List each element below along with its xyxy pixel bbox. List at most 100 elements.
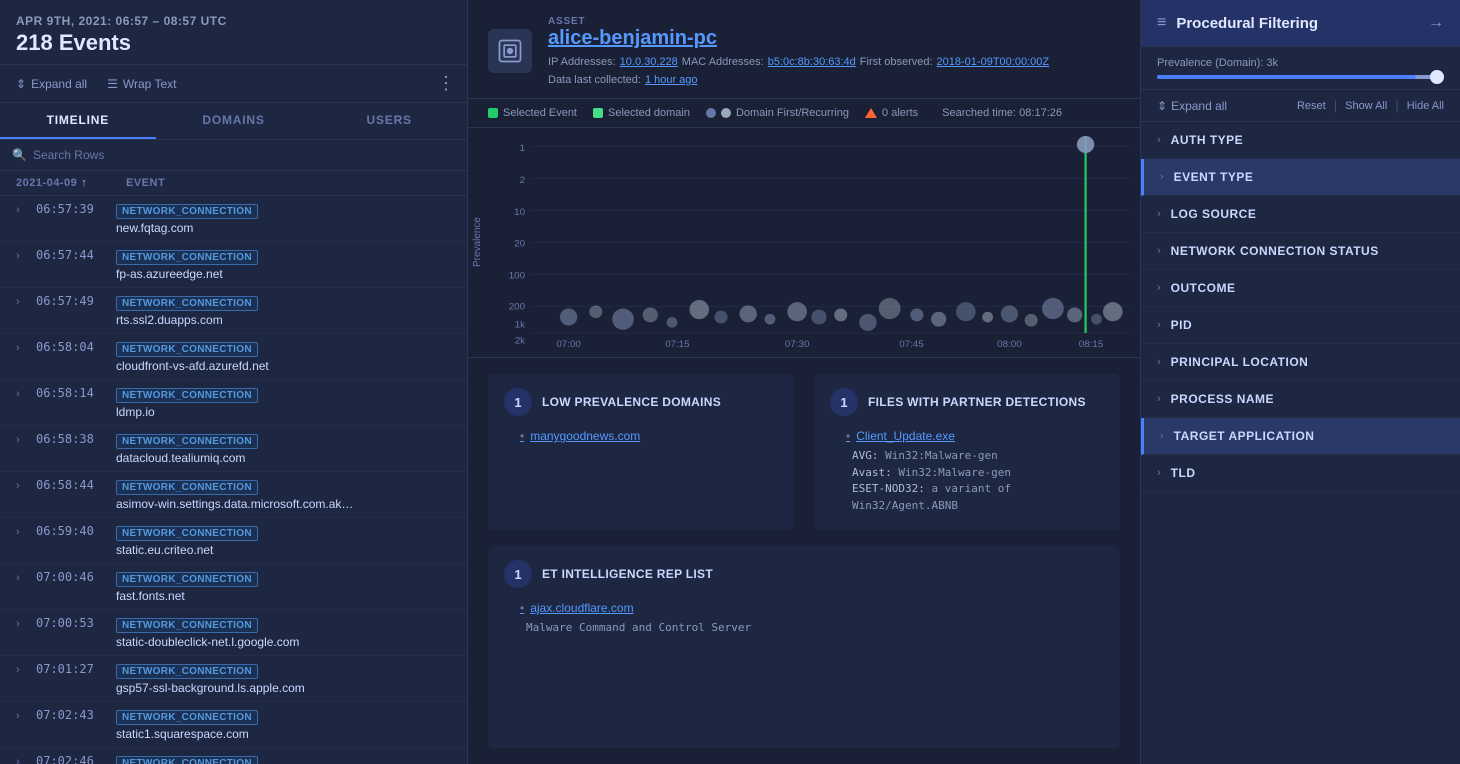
filter-item-network-connection-status[interactable]: › NETWORK CONNECTION STATUS	[1141, 233, 1460, 270]
event-row[interactable]: › 06:58:04 NETWORK_CONNECTION cloudfront…	[0, 334, 467, 380]
mac-value[interactable]: b5:0c:8b:30:63:4d	[768, 56, 856, 68]
event-time: 07:02:43	[36, 708, 108, 722]
svg-text:07:15: 07:15	[665, 339, 690, 349]
card-header-partner: 1 FILES WITH PARTNER DETECTIONS	[830, 388, 1104, 416]
event-row[interactable]: › 06:58:38 NETWORK_CONNECTION datacloud.…	[0, 426, 467, 472]
asset-icon	[488, 29, 532, 73]
event-row[interactable]: › 06:57:49 NETWORK_CONNECTION rts.ssl2.d…	[0, 288, 467, 334]
event-time: 06:57:39	[36, 202, 108, 216]
expand-all-filter-button[interactable]: ⇕ Expand all	[1157, 99, 1227, 113]
filter-item-log-source[interactable]: › LOG SOURCE	[1141, 196, 1460, 233]
data-collected-value[interactable]: 1 hour ago	[645, 74, 698, 86]
event-badge: NETWORK_CONNECTION	[116, 434, 258, 449]
event-row[interactable]: › 07:01:27 NETWORK_CONNECTION gsp57-ssl-…	[0, 656, 467, 702]
filter-chevron-icon: ›	[1157, 282, 1161, 294]
event-row[interactable]: › 07:00:53 NETWORK_CONNECTION static-dou…	[0, 610, 467, 656]
show-all-link[interactable]: Show All	[1345, 100, 1387, 112]
asset-header: ASSET alice-benjamin-pc IP Addresses: 10…	[468, 0, 1140, 99]
event-domain: fast.fonts.net	[116, 589, 455, 603]
reset-link[interactable]: Reset	[1297, 100, 1326, 112]
event-row[interactable]: › 06:59:40 NETWORK_CONNECTION static.eu.…	[0, 518, 467, 564]
hide-all-link[interactable]: Hide All	[1407, 100, 1444, 112]
expand-all-icon: ⇕	[1157, 99, 1167, 113]
filter-item-target-application[interactable]: › TARGET APPLICATION	[1141, 418, 1460, 455]
event-chevron-icon: ›	[16, 618, 28, 630]
domain-recurring-icon	[721, 108, 731, 118]
filter-item-tld[interactable]: › TLD	[1141, 455, 1460, 492]
event-row[interactable]: › 06:58:14 NETWORK_CONNECTION ldmp.io	[0, 380, 467, 426]
mac-label: MAC Addresses:	[682, 56, 764, 68]
event-chevron-icon: ›	[16, 296, 28, 308]
event-time: 07:00:46	[36, 570, 108, 584]
tab-users[interactable]: USERS	[311, 103, 467, 139]
right-header: ≡ Procedural Filtering →	[1141, 0, 1460, 47]
filter-label: LOG SOURCE	[1171, 207, 1257, 221]
event-row[interactable]: › 07:02:43 NETWORK_CONNECTION static1.sq…	[0, 702, 467, 748]
filter-chevron-icon: ›	[1157, 467, 1161, 479]
event-domain: gsp57-ssl-background.ls.apple.com	[116, 681, 455, 695]
event-domain: rts.ssl2.duapps.com	[116, 313, 455, 327]
filter-item-pid[interactable]: › PID	[1141, 307, 1460, 344]
card-num-et: 1	[504, 560, 532, 588]
filter-label: PROCESS NAME	[1171, 392, 1274, 406]
card-header-low: 1 LOW PREVALENCE DOMAINS	[504, 388, 778, 416]
filter-chevron-icon: ›	[1157, 356, 1161, 368]
tab-timeline[interactable]: TIMELINE	[0, 103, 156, 139]
selected-domain-icon	[593, 108, 603, 118]
events-list[interactable]: › 06:57:39 NETWORK_CONNECTION new.fqtag.…	[0, 196, 467, 764]
legend-selected-domain: Selected domain	[593, 107, 690, 119]
card-detail-malware: Malware Command and Control Server	[504, 618, 1104, 639]
search-box[interactable]: 🔍 Search Rows	[12, 148, 455, 162]
event-row[interactable]: › 06:58:44 NETWORK_CONNECTION asimov-win…	[0, 472, 467, 518]
tab-domains[interactable]: DOMAINS	[156, 103, 312, 139]
filter-label: EVENT TYPE	[1174, 170, 1254, 184]
first-observed-label: First observed:	[860, 56, 933, 68]
event-domain: datacloud.tealiumiq.com	[116, 451, 455, 465]
prevalence-label: Prevalence (Domain): 3k	[1157, 57, 1444, 69]
event-badge: NETWORK_CONNECTION	[116, 572, 258, 587]
filter-item-outcome[interactable]: › OUTCOME	[1141, 270, 1460, 307]
event-row[interactable]: › 06:57:44 NETWORK_CONNECTION fp-as.azur…	[0, 242, 467, 288]
card-item-file[interactable]: Client_Update.exe	[830, 426, 1104, 446]
asset-name[interactable]: alice-benjamin-pc	[548, 27, 1120, 50]
selected-event-icon	[488, 108, 498, 118]
divider2: |	[1395, 98, 1398, 113]
col-date-header[interactable]: 2021-04-09 ↑	[16, 177, 126, 189]
filter-item-event-type[interactable]: › EVENT TYPE	[1141, 159, 1460, 196]
filter-chevron-icon: ›	[1157, 393, 1161, 405]
asset-label: ASSET	[548, 16, 1120, 27]
slider-thumb[interactable]	[1430, 70, 1444, 84]
search-row: 🔍 Search Rows	[0, 140, 467, 171]
svg-text:1k: 1k	[515, 320, 525, 331]
card-item-cloudflare[interactable]: ajax.cloudflare.com	[504, 598, 1104, 618]
date-range: APR 9TH, 2021: 06:57 – 08:57 UTC	[16, 14, 451, 28]
card-title-low: LOW PREVALENCE DOMAINS	[542, 395, 721, 409]
filter-item-process-name[interactable]: › PROCESS NAME	[1141, 381, 1460, 418]
more-options-button[interactable]: ⋮	[437, 73, 455, 94]
card-low-prevalence: 1 LOW PREVALENCE DOMAINS manygoodnews.co…	[488, 374, 794, 530]
filter-item-auth-type[interactable]: › AUTH TYPE	[1141, 122, 1460, 159]
event-badge: NETWORK_CONNECTION	[116, 204, 258, 219]
card-item-domain1[interactable]: manygoodnews.com	[504, 426, 778, 446]
event-row[interactable]: › 06:57:39 NETWORK_CONNECTION new.fqtag.…	[0, 196, 467, 242]
first-observed-value[interactable]: 2018-01-09T00:00:00Z	[937, 56, 1050, 68]
filter-item-principal-location[interactable]: › PRINCIPAL LOCATION	[1141, 344, 1460, 381]
event-row[interactable]: › 07:00:46 NETWORK_CONNECTION fast.fonts…	[0, 564, 467, 610]
prevalence-slider[interactable]	[1157, 75, 1444, 79]
filter-label: AUTH TYPE	[1171, 133, 1244, 147]
asset-meta: IP Addresses: 10.0.30.228 MAC Addresses:…	[548, 56, 1120, 68]
event-row[interactable]: › 07:02:46 NETWORK_CONNECTION mmg.whatsa…	[0, 748, 467, 764]
event-chevron-icon: ›	[16, 526, 28, 538]
event-time: 06:57:49	[36, 294, 108, 308]
column-headers: 2021-04-09 ↑ EVENT	[0, 171, 467, 196]
event-domain: static1.squarespace.com	[116, 727, 455, 741]
right-arrow-icon[interactable]: →	[1428, 14, 1444, 32]
expand-all-button[interactable]: ⇕ Expand all	[12, 75, 91, 93]
event-badge: NETWORK_CONNECTION	[116, 250, 258, 265]
svg-text:20: 20	[514, 239, 526, 250]
ip-label: IP Addresses:	[548, 56, 616, 68]
wrap-text-button[interactable]: ☰ Wrap Text	[103, 75, 180, 93]
event-content: NETWORK_CONNECTION ldmp.io	[116, 386, 455, 419]
ip-value[interactable]: 10.0.30.228	[620, 56, 678, 68]
event-chevron-icon: ›	[16, 480, 28, 492]
